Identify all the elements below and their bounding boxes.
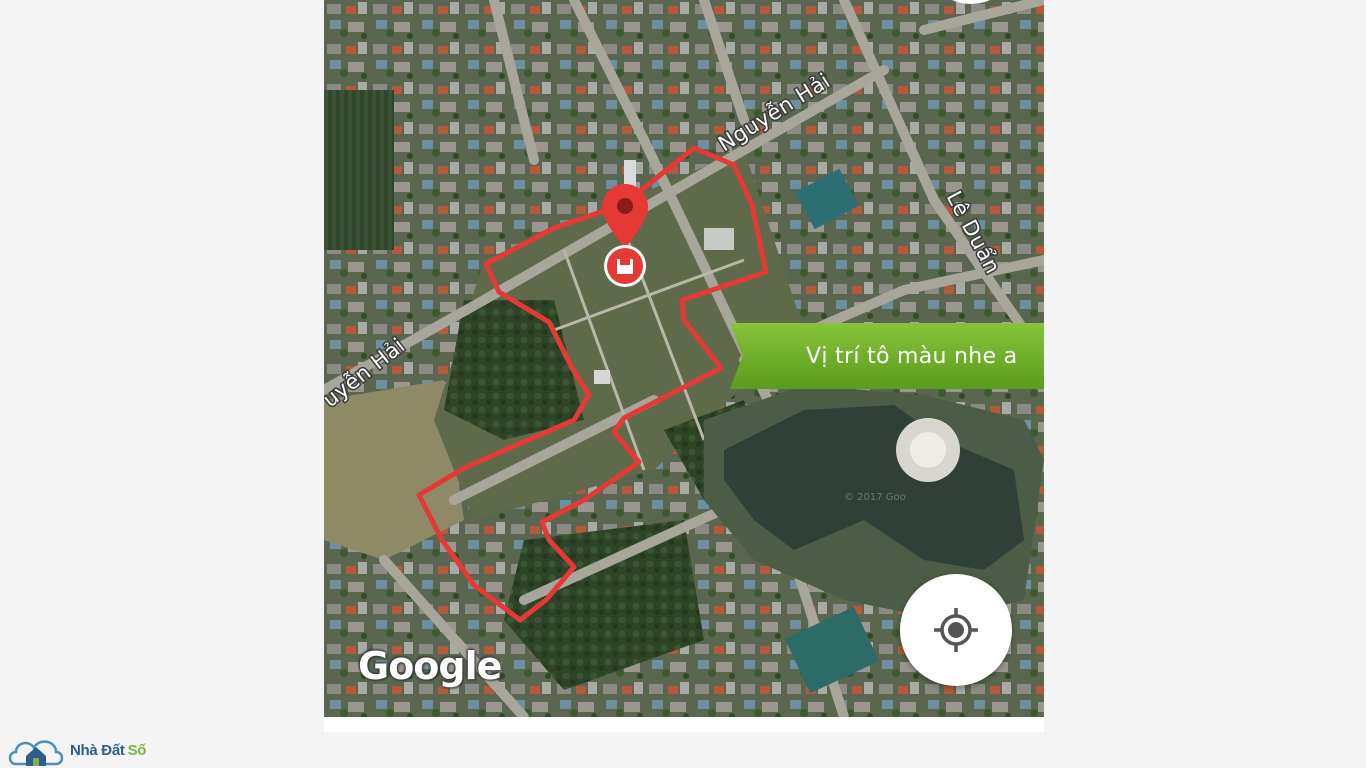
satellite-map[interactable]: © 2017 Goo Nguyễn Hải uyễn Hải Lê Duẩn G… [324,0,1044,717]
map-frame: © 2017 Goo Nguyễn Hải uyễn Hải Lê Duẩn G… [324,0,1044,732]
google-attribution: Google [358,644,502,688]
map-watermark: © 2017 Goo [844,492,906,503]
brand-name: Nhà Đất Số [70,742,146,759]
cloud-house-icon [8,740,64,766]
brand-name-part2: Số [127,741,147,759]
brand-name-part1: Nhà Đất [70,741,125,759]
my-location-button[interactable] [900,574,1012,686]
crosshair-icon [934,608,978,652]
map-pin-icon[interactable] [600,182,650,290]
location-banner-text: Vị trí tô màu nhe a [806,343,1018,369]
location-banner: Vị trí tô màu nhe a [730,323,1044,389]
brand-logo[interactable]: Nhà Đất Số [6,732,176,768]
